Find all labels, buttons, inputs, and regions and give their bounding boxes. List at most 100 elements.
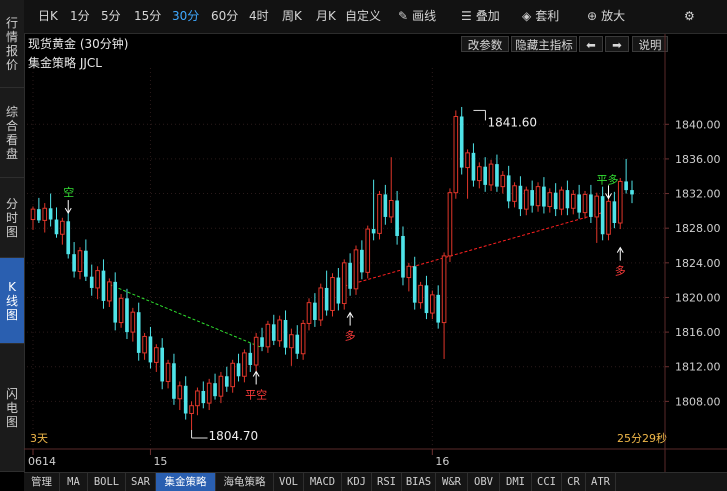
- candle-up: [230, 362, 235, 388]
- indicator-tab-9[interactable]: RSI: [372, 473, 402, 491]
- candle-up: [265, 323, 271, 348]
- candle-down: [248, 352, 253, 366]
- candle-up: [582, 193, 588, 214]
- candle-up: [242, 352, 247, 377]
- candle-down: [553, 192, 558, 210]
- candle-up: [154, 347, 159, 363]
- indicator-tab-7[interactable]: MACD: [304, 473, 342, 491]
- candle-down: [518, 185, 523, 210]
- candle-down: [148, 336, 153, 363]
- candle-down: [113, 281, 118, 323]
- candle-up: [300, 322, 306, 355]
- y-tick-label: 1832.00: [675, 188, 721, 201]
- candle-up: [277, 319, 282, 342]
- candle-up: [418, 284, 423, 304]
- y-tick-label: 1820.00: [675, 291, 721, 304]
- y-tick-label: 1816.00: [675, 326, 721, 339]
- candle-down: [383, 194, 388, 217]
- candle-down: [183, 385, 188, 414]
- candle-down: [630, 190, 634, 195]
- candle-down: [360, 249, 364, 273]
- candle-down: [271, 324, 276, 341]
- indicator-tab-4[interactable]: 集金策略: [156, 473, 216, 491]
- candle-down: [371, 229, 376, 234]
- candle-up: [341, 262, 347, 305]
- high-price-label: 1841.60: [487, 115, 537, 129]
- candle-up: [42, 207, 48, 221]
- indicator-tab-11[interactable]: W&R: [436, 473, 468, 491]
- candle-down: [324, 287, 329, 311]
- indicator-tab-16[interactable]: ATR: [586, 473, 616, 491]
- candle-up: [488, 163, 494, 186]
- candle-up: [165, 362, 171, 382]
- x-tick-label: 16: [435, 455, 449, 468]
- candle-down: [436, 294, 441, 323]
- candle-up: [253, 336, 259, 366]
- indicator-tab-2[interactable]: BOLL: [88, 473, 126, 491]
- candle-up: [95, 270, 100, 289]
- candle-up: [30, 208, 36, 221]
- indicator-tab-1[interactable]: MA: [60, 473, 88, 491]
- y-tick-label: 1836.00: [675, 153, 721, 166]
- candle-down: [48, 208, 53, 220]
- candle-up: [195, 390, 200, 407]
- candle-up: [142, 335, 147, 354]
- candle-down: [37, 209, 41, 221]
- candle-down: [213, 383, 217, 397]
- candle-down: [348, 262, 352, 289]
- indicator-tab-3[interactable]: SAR: [126, 473, 156, 491]
- candle-up: [406, 265, 412, 279]
- candle-down: [577, 194, 581, 213]
- candle-down: [483, 166, 488, 185]
- signal-long-label: 多: [345, 329, 356, 343]
- candle-up: [318, 287, 324, 321]
- candle-up: [306, 302, 312, 324]
- candle-up: [177, 385, 183, 400]
- candle-up: [218, 375, 224, 397]
- candle-down: [54, 219, 59, 235]
- indicator-tab-5[interactable]: 海龟策略: [216, 473, 274, 491]
- indicator-tab-14[interactable]: CCI: [532, 473, 562, 491]
- candle-down: [424, 285, 429, 314]
- candle-up: [547, 192, 553, 208]
- candle-up: [523, 189, 529, 210]
- candle-down: [125, 298, 129, 333]
- candle-up: [206, 382, 212, 404]
- indicator-tab-0[interactable]: 管理: [24, 473, 60, 491]
- candle-down: [172, 363, 176, 399]
- indicator-tab-8[interactable]: KDJ: [342, 473, 372, 491]
- countdown-label: 25分29秒: [617, 431, 667, 445]
- indicator-tab-15[interactable]: CR: [562, 473, 586, 491]
- indicator-tab-10[interactable]: BIAS: [402, 473, 436, 491]
- y-tick-label: 1840.00: [675, 118, 721, 131]
- candle-down: [495, 164, 499, 187]
- candle-up: [453, 115, 459, 194]
- candle-up: [388, 199, 394, 218]
- candle-down: [236, 363, 241, 377]
- candle-down: [66, 221, 71, 255]
- candle-down: [84, 250, 88, 277]
- candle-down: [471, 152, 476, 181]
- kline-chart[interactable]: 1808.00 1812.00 1816.00 1820.00 1824.00 1828.…: [0, 0, 727, 472]
- y-tick-label: 1812.00: [675, 361, 721, 374]
- candle-down: [395, 200, 399, 236]
- candle-down: [459, 116, 464, 168]
- candle-down: [401, 235, 405, 278]
- x-tick-label: 0614: [28, 455, 56, 468]
- candle-up: [330, 277, 335, 311]
- candle-down: [224, 376, 229, 387]
- candle-up: [476, 166, 482, 182]
- candle-up: [430, 294, 435, 314]
- indicator-tab-13[interactable]: DMI: [500, 473, 532, 491]
- candle-down: [283, 319, 288, 348]
- x-tick-label: 15: [153, 455, 167, 468]
- indicator-tab-6[interactable]: VOL: [274, 473, 304, 491]
- candle-up: [447, 192, 453, 257]
- signal-short-label: 空: [63, 185, 74, 199]
- signal-close-short-label: 平空: [245, 387, 267, 401]
- candle-down: [295, 334, 300, 354]
- candle-up: [377, 193, 382, 234]
- candle-down: [612, 201, 617, 223]
- indicator-tab-12[interactable]: OBV: [468, 473, 500, 491]
- candle-down: [72, 254, 76, 272]
